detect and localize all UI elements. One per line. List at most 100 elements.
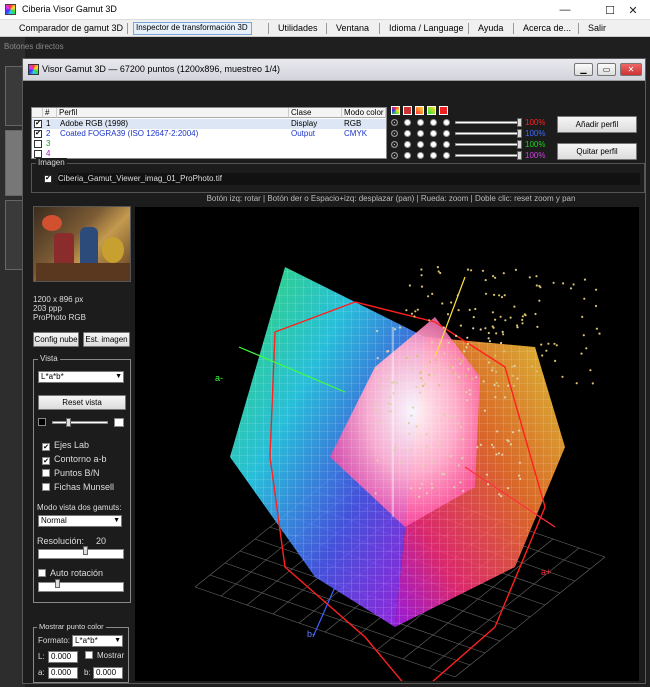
side-button-1[interactable] [5, 66, 23, 126]
render-mode-radio[interactable] [391, 119, 398, 126]
contorno-ab-checkbox[interactable]: ✔ Contorno a-b [42, 454, 107, 465]
menu-salir[interactable]: Salir [585, 22, 609, 35]
color-style-icon[interactable] [439, 106, 448, 115]
profile-row[interactable]: ✔ 1 Adobe RGB (1998) Display RGB [32, 119, 386, 129]
dos-gamuts-select[interactable]: Normal ▼ [38, 515, 122, 527]
menu-inspector[interactable]: Inspector de transformación 3D [133, 22, 252, 35]
points-style-icon[interactable] [391, 106, 400, 115]
render-mode-radio[interactable] [430, 141, 437, 148]
resolucion-slider[interactable] [38, 546, 124, 559]
mesh-style-icon[interactable] [427, 106, 436, 115]
cloud-point [443, 329, 447, 332]
profile-row[interactable]: ✔ 2 Coated FOGRA39 (ISO 12647-2:2004) Ou… [32, 129, 386, 139]
resolucion-slider-thumb[interactable] [83, 546, 88, 555]
sub-close-button[interactable]: ✕ [620, 63, 642, 76]
cloud-point [545, 349, 548, 352]
vista-mode-select[interactable]: L*a*b* ▼ [38, 371, 124, 383]
render-mode-radio[interactable] [443, 130, 450, 137]
opacity-slider[interactable] [455, 154, 521, 157]
cloud-point [466, 336, 469, 339]
remove-profile-button[interactable]: Quitar perfil [557, 143, 637, 160]
opacity-slider[interactable] [455, 143, 521, 146]
formato-select[interactable]: L*a*b* ▼ [72, 635, 123, 647]
gamut-3d-viewport[interactable]: a- a+ b- [135, 207, 639, 687]
solid-style-icon[interactable] [403, 106, 412, 115]
render-style-icons [391, 106, 451, 117]
image-info: 1200 x 896 px 203 ppp ProPhoto RGB [33, 295, 131, 322]
image-checkbox[interactable]: ✔ [44, 175, 52, 183]
chevron-down-icon: ▼ [115, 373, 122, 380]
render-mode-radio[interactable] [404, 152, 411, 159]
opacity-slider-thumb[interactable] [517, 129, 522, 138]
side-button-3[interactable] [5, 200, 23, 270]
opacity-slider-thumb[interactable] [517, 140, 522, 149]
auto-rotacion-checkbox[interactable]: Auto rotación [38, 568, 103, 578]
cloud-point [540, 343, 543, 346]
opacity-slider[interactable] [455, 132, 521, 135]
subwindow-titlebar[interactable]: Visor Gamut 3D — 67200 puntos (1200x896,… [23, 59, 645, 81]
brightness-slider-thumb[interactable] [66, 418, 71, 427]
est-imagen-button[interactable]: Est. imagen [83, 332, 130, 347]
cloud-point [470, 269, 473, 272]
cloud-point [476, 446, 479, 449]
auto-rotacion-slider[interactable] [38, 579, 124, 592]
cloud-point [541, 354, 544, 357]
render-mode-radio[interactable] [391, 152, 398, 159]
render-mode-radio[interactable] [443, 119, 450, 126]
add-profile-button[interactable]: Añadir perfil [557, 116, 637, 133]
render-mode-radio[interactable] [391, 130, 398, 137]
render-mode-radio[interactable] [391, 141, 398, 148]
sub-minimize-button[interactable]: ▁ [574, 63, 593, 76]
render-mode-radio[interactable] [404, 141, 411, 148]
reset-vista-button[interactable]: Reset vista [38, 395, 126, 410]
render-mode-radio[interactable] [417, 130, 424, 137]
render-mode-radio[interactable] [430, 130, 437, 137]
menu-utilidades[interactable]: Utilidades [275, 22, 321, 35]
cloud-point [448, 416, 451, 419]
fichas-munsell-checkbox[interactable]: Fichas Munsell [42, 482, 114, 492]
cloud-point [547, 342, 550, 345]
a-input[interactable]: 0.000 [48, 667, 78, 679]
cloud-point [521, 315, 524, 318]
menu-ventana[interactable]: Ventana [333, 22, 372, 35]
cloud-point [511, 431, 515, 434]
render-mode-radio[interactable] [417, 119, 424, 126]
opacity-slider[interactable] [455, 121, 521, 124]
config-nube-button[interactable]: Config nube [33, 332, 79, 347]
brightness-slider[interactable] [52, 418, 108, 427]
menu-ayuda[interactable]: Ayuda [475, 22, 506, 35]
opacity-slider-thumb[interactable] [517, 118, 522, 127]
render-mode-radio[interactable] [443, 141, 450, 148]
auto-rotacion-slider-thumb[interactable] [55, 579, 60, 588]
row-checkbox[interactable] [34, 150, 42, 158]
render-mode-radio[interactable] [430, 119, 437, 126]
l-input[interactable]: 0.000 [48, 651, 78, 663]
row-checkbox[interactable]: ✔ [34, 130, 42, 138]
menu-comparador[interactable]: Comparador de gamut 3D [16, 22, 126, 35]
puntos-bn-checkbox[interactable]: Puntos B/N [42, 468, 100, 478]
cloud-point [472, 316, 475, 319]
render-mode-radio[interactable] [404, 119, 411, 126]
ejes-lab-checkbox[interactable]: ✔ Ejes Lab [42, 440, 89, 451]
render-mode-radio[interactable] [404, 130, 411, 137]
profile-row[interactable]: 4 [32, 149, 386, 159]
render-mode-radio[interactable] [417, 141, 424, 148]
menu-idioma[interactable]: Idioma / Language [386, 22, 467, 35]
cloud-point [456, 294, 459, 297]
side-button-2[interactable] [5, 130, 23, 196]
b-input[interactable]: 0.000 [93, 667, 123, 679]
render-mode-radio[interactable] [443, 152, 450, 159]
row-checkbox[interactable]: ✔ [34, 120, 42, 128]
row-checkbox[interactable] [34, 140, 42, 148]
profile-row[interactable]: 3 [32, 139, 386, 149]
opacity-slider-thumb[interactable] [517, 151, 522, 160]
render-mode-radio[interactable] [430, 152, 437, 159]
sub-maximize-button[interactable]: ▭ [597, 63, 616, 76]
cloud-point [514, 268, 517, 271]
menu-acerca[interactable]: Acerca de... [520, 22, 574, 35]
wire-style-icon[interactable] [415, 106, 424, 115]
mostrar-checkbox[interactable]: Mostrar [85, 651, 124, 660]
minimize-button[interactable]: — [548, 0, 582, 20]
render-mode-radio[interactable] [417, 152, 424, 159]
close-button[interactable]: ✕ [616, 0, 650, 20]
